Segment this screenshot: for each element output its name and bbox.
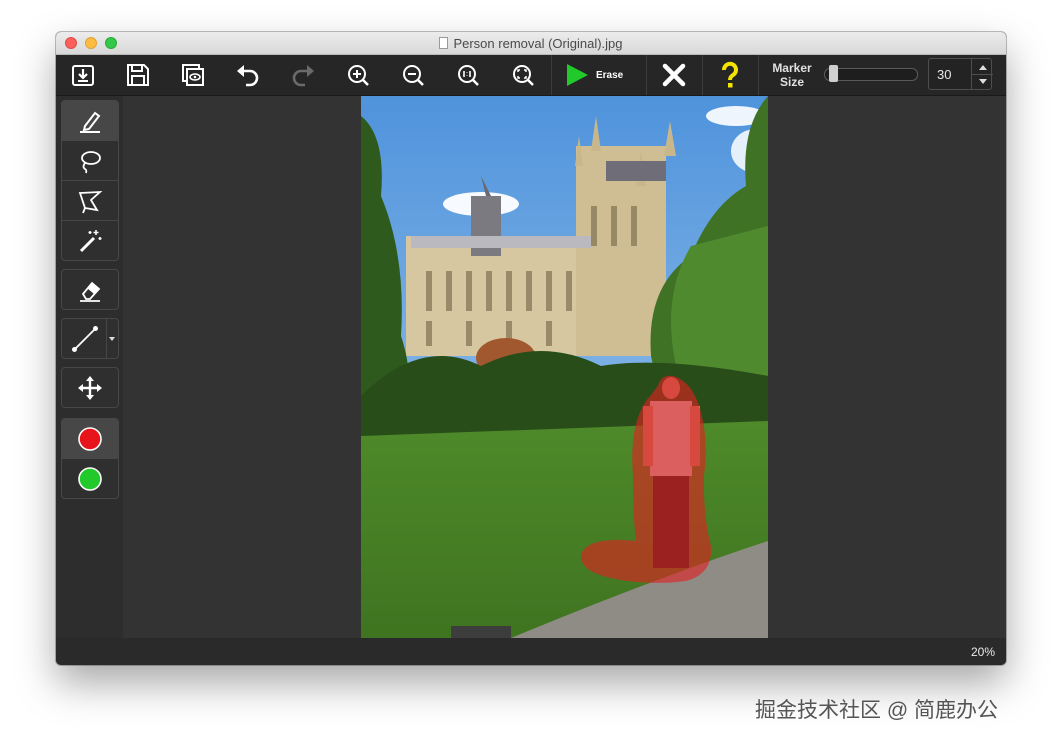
move-arrows-icon <box>78 375 102 400</box>
toolbar-divider <box>551 55 552 95</box>
line-icon <box>72 325 98 352</box>
title-group: Person removal (Original).jpg <box>56 32 1006 54</box>
toolbar: Erase Marker Size 30 <box>56 55 1006 96</box>
chevron-down-icon <box>978 78 987 84</box>
marker-color-group <box>61 418 119 499</box>
close-x-icon <box>662 63 686 87</box>
preview-button[interactable] <box>176 59 210 91</box>
preview-icon <box>182 64 204 86</box>
red-marker-color[interactable] <box>62 419 118 459</box>
stepper-arrows <box>971 59 993 89</box>
marker-size-value[interactable]: 30 <box>937 67 951 82</box>
tools-sidebar <box>56 96 123 638</box>
line-tool[interactable] <box>62 319 118 358</box>
move-tool-group <box>61 367 119 408</box>
undo-button[interactable] <box>231 59 265 91</box>
marker-size-label: Marker Size <box>762 61 822 89</box>
zoom-actual-size-icon <box>458 65 479 86</box>
marker-size-label-line2: Size <box>779 75 804 89</box>
zoom-fit-icon <box>513 65 534 86</box>
save-icon <box>127 64 149 86</box>
eraser-icon <box>80 281 101 302</box>
document-icon <box>439 37 449 49</box>
help-button[interactable] <box>713 59 747 91</box>
green-circle-icon <box>78 466 102 491</box>
zoom-in-icon <box>348 65 369 86</box>
watermark: 掘金技术社区 @ 简鹿办公 <box>755 699 998 722</box>
marker-size-stepper[interactable]: 30 <box>928 58 993 90</box>
image-canvas[interactable] <box>123 96 1006 638</box>
caret-down-icon <box>109 336 115 341</box>
polygon-lasso-tool[interactable] <box>62 181 118 221</box>
marker-size-slider[interactable] <box>824 65 918 82</box>
polygon-lasso-icon <box>78 190 103 213</box>
decrement-button[interactable] <box>972 74 993 89</box>
save-button[interactable] <box>121 59 155 91</box>
red-circle-icon <box>78 426 102 451</box>
magic-wand-icon <box>79 229 102 252</box>
photo-image <box>361 96 768 638</box>
magic-wand-tool[interactable] <box>62 221 118 260</box>
erase-label: Erase <box>596 69 624 81</box>
marker-size-label-line1: Marker <box>772 61 812 75</box>
actual-size-button[interactable] <box>451 59 485 91</box>
lasso-icon <box>81 150 101 173</box>
redo-button[interactable] <box>286 59 320 91</box>
erase-button[interactable]: Erase <box>564 59 632 91</box>
window-title: Person removal (Original).jpg <box>453 35 623 51</box>
move-tool[interactable] <box>62 368 118 407</box>
question-icon <box>722 61 738 88</box>
status-bar: 20% <box>56 638 1006 665</box>
zoom-in-button[interactable] <box>341 59 375 91</box>
photo[interactable] <box>361 96 768 638</box>
chevron-up-icon <box>978 64 987 70</box>
marker-size-slider-thumb[interactable] <box>829 65 839 82</box>
line-options-dropdown[interactable] <box>106 319 117 358</box>
zoom-out-button[interactable] <box>396 59 430 91</box>
zoom-level: 20% <box>970 645 995 659</box>
increment-button[interactable] <box>972 59 993 75</box>
zoom-out-icon <box>403 65 424 86</box>
toolbar-divider <box>646 55 647 95</box>
lasso-tool[interactable] <box>62 141 118 181</box>
title-bar: Person removal (Original).jpg <box>56 32 1006 55</box>
open-button[interactable] <box>66 59 100 91</box>
toolbar-divider <box>758 55 759 95</box>
undo-icon <box>237 65 259 87</box>
toolbar-divider <box>702 55 703 95</box>
green-marker-color[interactable] <box>62 459 118 498</box>
redo-icon <box>292 65 314 87</box>
play-icon <box>567 64 588 86</box>
eraser-tool-group <box>61 269 119 310</box>
marker-tool[interactable] <box>62 101 118 141</box>
app-window: Person removal (Original).jpg Erase Mark… <box>56 32 1006 665</box>
selection-tools-group <box>61 100 119 261</box>
eraser-tool[interactable] <box>62 270 118 309</box>
line-tool-group <box>61 318 119 359</box>
clear-mask-button[interactable] <box>657 59 691 91</box>
zoom-fit-button[interactable] <box>506 59 540 91</box>
marker-pen-icon <box>80 111 101 133</box>
import-icon <box>72 65 94 86</box>
